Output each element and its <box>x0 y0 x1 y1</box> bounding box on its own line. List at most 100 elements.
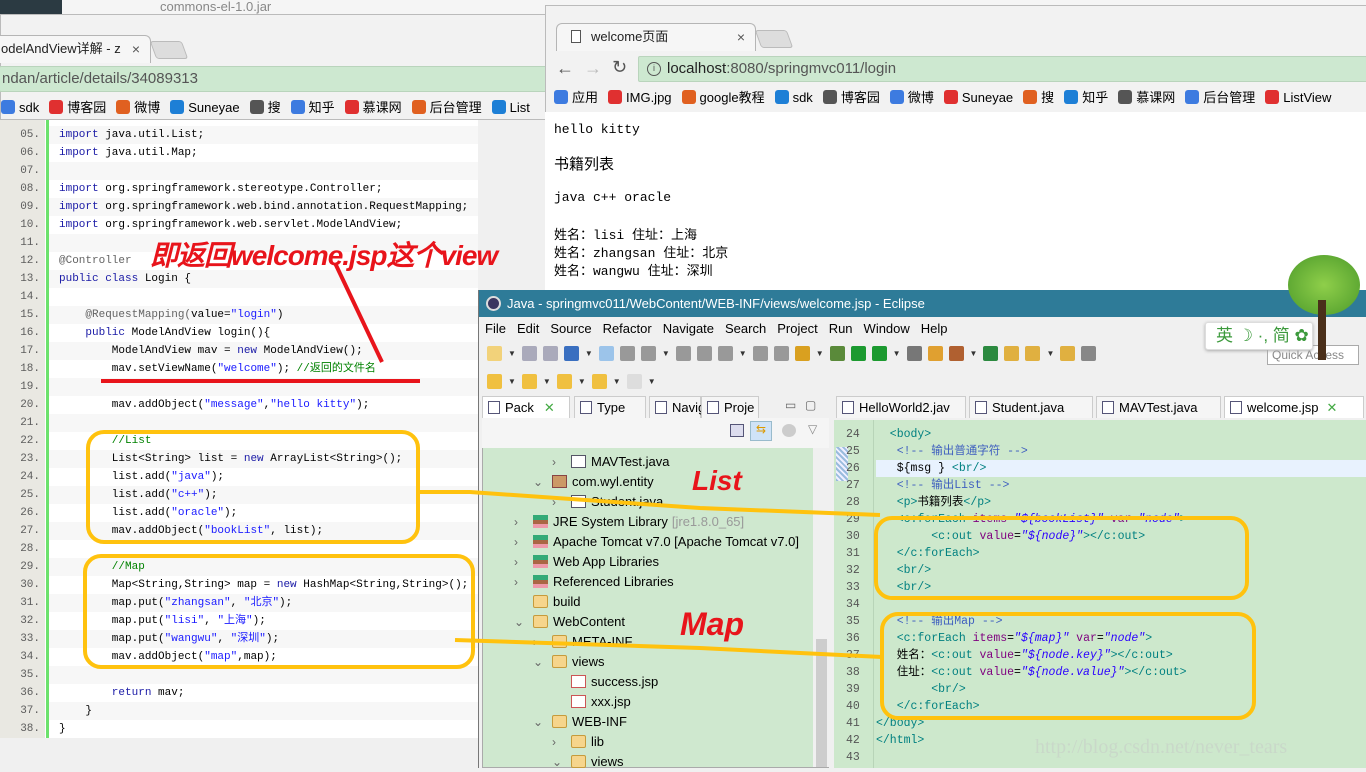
bookmark-item[interactable]: 后台管理 <box>411 97 482 119</box>
step-into-icon[interactable] <box>717 346 733 361</box>
external-tools-icon[interactable] <box>906 346 922 361</box>
bookmark-item[interactable]: 知乎 <box>290 97 335 119</box>
pin-icon[interactable] <box>1081 346 1097 361</box>
menu-search[interactable]: Search <box>725 318 766 340</box>
new-tab-button[interactable] <box>754 30 794 48</box>
new-tab-button[interactable] <box>149 41 189 59</box>
bookmark-item[interactable]: Suneyae <box>943 87 1013 109</box>
bookmark-item[interactable]: 应用 <box>554 87 598 109</box>
bookmark-item[interactable]: 微博 <box>116 97 160 119</box>
close-icon[interactable]: ✕ <box>544 400 555 415</box>
save-all-icon[interactable] <box>542 346 558 361</box>
editor-tab-mavtest-java[interactable]: MAVTest.java <box>1096 396 1221 418</box>
tree-item[interactable]: › lib <box>483 732 813 752</box>
menu-project[interactable]: Project <box>777 318 817 340</box>
bookmark-item[interactable]: google教程 <box>681 87 765 109</box>
run-coverage-icon[interactable] <box>871 346 887 361</box>
forward-icon[interactable]: → <box>584 58 602 79</box>
bookmark-item[interactable]: 搜 <box>249 97 281 119</box>
collapse-arrow-icon[interactable]: ⌄ <box>514 612 524 632</box>
tree-item[interactable]: › MAVTest.java <box>483 452 813 472</box>
open-type-icon[interactable] <box>1004 346 1020 361</box>
tab-close-icon[interactable]: × <box>132 36 140 62</box>
expand-arrow-icon[interactable]: › <box>552 492 556 512</box>
skip-breakpoints-icon[interactable] <box>598 346 614 361</box>
minimize-view-icon[interactable]: ▭ <box>785 398 796 412</box>
new-icon[interactable] <box>487 346 502 361</box>
dropdown-arrow-icon[interactable]: ▼ <box>578 377 586 386</box>
tree-item[interactable]: success.jsp <box>483 672 813 692</box>
dropdown-arrow-icon[interactable]: ▼ <box>613 377 621 386</box>
disconnect-icon[interactable] <box>696 346 712 361</box>
dropdown-arrow-icon[interactable]: ▼ <box>508 377 516 386</box>
step-over-icon[interactable] <box>752 346 768 361</box>
bookmark-item[interactable]: Suneyae <box>170 97 240 119</box>
collapse-arrow-icon[interactable]: ⌄ <box>533 712 543 732</box>
bookmark-item[interactable]: ListView <box>1265 87 1331 109</box>
collapse-arrow-icon[interactable]: ⌄ <box>533 472 543 492</box>
dropdown-arrow-icon[interactable]: ▼ <box>508 349 516 358</box>
dropdown-arrow-icon[interactable]: ▼ <box>739 349 747 358</box>
address-bar[interactable]: i localhost:8080/springmvc011/login <box>638 56 1366 82</box>
address-bar[interactable]: ndan/article/details/34089313 <box>0 66 547 92</box>
dropdown-arrow-icon[interactable]: ▼ <box>893 349 901 358</box>
link-editor-icon[interactable]: ⇆ <box>750 421 772 441</box>
scrollbar-thumb[interactable] <box>816 639 827 767</box>
expand-arrow-icon[interactable]: › <box>514 512 518 532</box>
bookmark-item[interactable]: IMG.jpg <box>608 87 672 109</box>
suspend-icon[interactable] <box>640 346 656 361</box>
terminate-icon[interactable] <box>675 346 691 361</box>
tree-item[interactable]: build <box>483 592 813 612</box>
tree-item[interactable]: xxx.jsp <box>483 692 813 712</box>
run-icon[interactable] <box>850 346 866 361</box>
expand-arrow-icon[interactable]: › <box>552 732 556 752</box>
editor-tab-welcome-jsp[interactable]: welcome.jsp ✕ <box>1224 396 1364 418</box>
terminal-icon[interactable] <box>563 346 579 361</box>
save-icon[interactable] <box>521 346 537 361</box>
filters-icon[interactable] <box>782 424 796 437</box>
bookmark-item[interactable]: List <box>491 97 530 119</box>
dropdown-arrow-icon[interactable]: ▼ <box>543 377 551 386</box>
dropdown-arrow-icon[interactable]: ▼ <box>816 349 824 358</box>
tree-item[interactable]: ⌄ WebContent <box>483 612 813 632</box>
forward-icon[interactable] <box>626 374 642 389</box>
next-annotation-icon[interactable] <box>487 374 502 389</box>
bookmark-item[interactable]: 慕课网 <box>344 97 402 119</box>
tree-item[interactable]: ⌄ views <box>483 652 813 672</box>
collapse-arrow-icon[interactable]: ⌄ <box>533 652 543 672</box>
menu-edit[interactable]: Edit <box>517 318 539 340</box>
tree-item[interactable]: › Referenced Libraries <box>483 572 813 592</box>
maximize-view-icon[interactable]: ▢ <box>805 398 816 412</box>
expand-arrow-icon[interactable]: › <box>514 532 518 552</box>
bookmark-item[interactable]: 慕课网 <box>1118 87 1175 109</box>
view-tab-pack[interactable]: Pack ✕ <box>482 396 570 418</box>
new-package-icon[interactable] <box>948 346 964 361</box>
new-class-icon[interactable] <box>983 346 999 361</box>
menu-window[interactable]: Window <box>864 318 910 340</box>
bookmark-item[interactable]: 后台管理 <box>1185 87 1255 109</box>
tree-item[interactable]: ⌄ WEB-INF <box>483 712 813 732</box>
menu-run[interactable]: Run <box>829 318 853 340</box>
menu-navigate[interactable]: Navigate <box>663 318 714 340</box>
back-icon[interactable]: ← <box>556 58 574 79</box>
menu-file[interactable]: File <box>485 318 506 340</box>
close-icon[interactable]: ✕ <box>1327 400 1338 415</box>
tree-item[interactable]: › Apache Tomcat v7.0 [Apache Tomcat v7.0] <box>483 532 813 552</box>
dropdown-arrow-icon[interactable]: ▼ <box>648 377 656 386</box>
expand-arrow-icon[interactable]: › <box>514 552 518 572</box>
tree-item[interactable]: ⌄ com.wyl.entity <box>483 472 813 492</box>
bookmark-item[interactable]: sdk <box>774 87 813 109</box>
resume-icon[interactable] <box>619 346 635 361</box>
tree-item[interactable]: ⌄ views <box>483 752 813 772</box>
dropdown-arrow-icon[interactable]: ▼ <box>585 349 593 358</box>
tree-item[interactable]: › Student.java <box>483 492 813 512</box>
dropdown-arrow-icon[interactable]: ▼ <box>1046 349 1054 358</box>
dropdown-arrow-icon[interactable]: ▼ <box>970 349 978 358</box>
bookmark-item[interactable]: 博客园 <box>49 97 106 119</box>
search-icon[interactable] <box>1060 346 1076 361</box>
bookmark-item[interactable]: 搜 <box>1023 87 1054 109</box>
editor-tab-helloworld2-jav[interactable]: HelloWorld2.jav <box>836 396 966 418</box>
tree-scrollbar[interactable] <box>813 421 829 767</box>
menu-help[interactable]: Help <box>921 318 948 340</box>
bookmark-item[interactable]: 微博 <box>889 87 934 109</box>
